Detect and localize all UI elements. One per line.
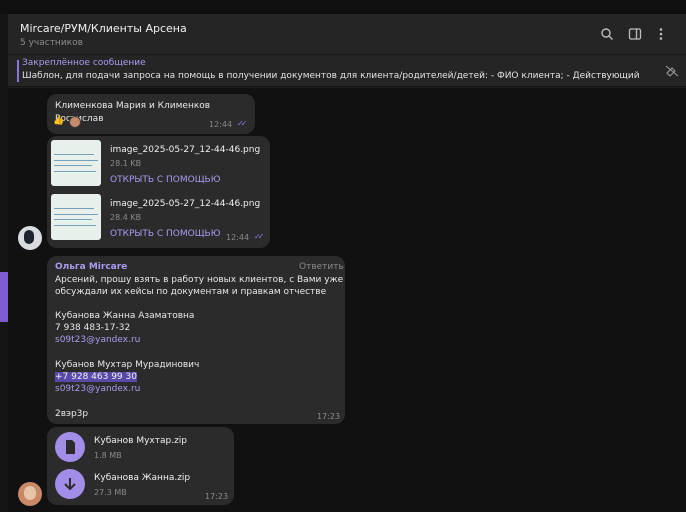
read-checks-icon: ✓✓ [254, 232, 265, 241]
files-bubble[interactable]: image_2025-05-27_12-44-46.png 28.1 KB ОТ… [47, 136, 270, 248]
file-name[interactable]: image_2025-05-27_12-44-46.png [110, 145, 260, 155]
download-icon[interactable] [55, 469, 85, 499]
member-count[interactable]: 5 участников [20, 38, 83, 48]
files-bubble[interactable]: Кубанов Мухтар.zip 1.8 MB Кубанова Жанна… [47, 427, 234, 505]
unpin-icon[interactable] [664, 64, 680, 78]
file-size: 27.3 MB [94, 488, 127, 497]
reaction-thumbs-up[interactable]: 👍 [53, 116, 64, 126]
pinned-message-bar[interactable]: Закреплённое сообщение Шаблон, для подач… [8, 55, 686, 87]
email-link[interactable]: s09t23@yandex.ru [55, 383, 140, 396]
client-name: Кубанов Мухтар Мурадинович [55, 360, 200, 370]
reactor-avatar [69, 116, 81, 128]
client-name: Кубанова Жанна Азаматовна [55, 311, 195, 321]
avatar[interactable] [18, 482, 42, 506]
pinned-title: Закреплённое сообщение [22, 58, 146, 68]
file-size: 28.1 KB [110, 159, 142, 168]
email-link[interactable]: s09t23@yandex.ru [55, 334, 140, 347]
open-with-button[interactable]: ОТКРЫТЬ С ПОМОЩЬЮ [110, 229, 220, 239]
avatar[interactable] [18, 226, 42, 250]
message-time: 12:44 [226, 233, 250, 242]
message-bubble[interactable]: Клименкова Мария и Клименков Ростислав 👍… [47, 94, 255, 134]
sender-name[interactable]: Ольга Mircare [55, 262, 127, 272]
reply-button[interactable]: Ответить [299, 262, 344, 272]
file-name[interactable]: image_2025-05-27_12-44-46.png [110, 199, 260, 209]
message-time: 12:44 [209, 120, 233, 129]
message-time: 17:23 [205, 492, 229, 501]
message-line: обсуждали их кейсы по документам и правк… [55, 287, 327, 297]
file-size: 1.8 MB [94, 451, 122, 460]
message-line: 2вэр3р [55, 409, 89, 419]
chat-list-edge[interactable] [0, 14, 8, 512]
selected-chat-indicator [0, 272, 8, 322]
pinned-accent [17, 60, 19, 82]
window-top-strip [0, 0, 686, 14]
message-area[interactable]: Клименкова Мария и Клименков Ростислав 👍… [8, 88, 686, 512]
search-icon[interactable] [600, 27, 614, 41]
file-name[interactable]: Кубанов Мухтар.zip [94, 436, 187, 446]
open-with-button[interactable]: ОТКРЫТЬ С ПОМОЩЬЮ [110, 175, 220, 185]
chat-header[interactable]: Mircare/РУМ/Клиенты Арсена 5 участников [8, 14, 686, 55]
file-name[interactable]: Кубанова Жанна.zip [94, 473, 190, 483]
file-icon[interactable] [55, 432, 85, 462]
pinned-text: Шаблон, для подачи запроса на помощь в п… [22, 71, 642, 81]
client-phone: 7 938 483-17-32 [55, 323, 131, 333]
image-thumbnail[interactable] [51, 194, 101, 240]
image-thumbnail[interactable] [51, 140, 101, 186]
file-size: 28.4 KB [110, 213, 142, 222]
message-time: 17:23 [317, 412, 341, 421]
sidebar-toggle-icon[interactable] [628, 27, 642, 41]
message-line: Арсений, прошу взять в работу новых клие… [55, 275, 344, 285]
message-bubble[interactable]: Ольга Mircare Ответить Арсений, прошу вз… [47, 256, 345, 424]
more-icon[interactable] [654, 27, 668, 41]
read-checks-icon: ✓✓ [237, 119, 248, 128]
phone-link-selected[interactable]: +7 928 463 99 30 [55, 371, 137, 384]
chat-title[interactable]: Mircare/РУМ/Клиенты Арсена [20, 22, 187, 35]
